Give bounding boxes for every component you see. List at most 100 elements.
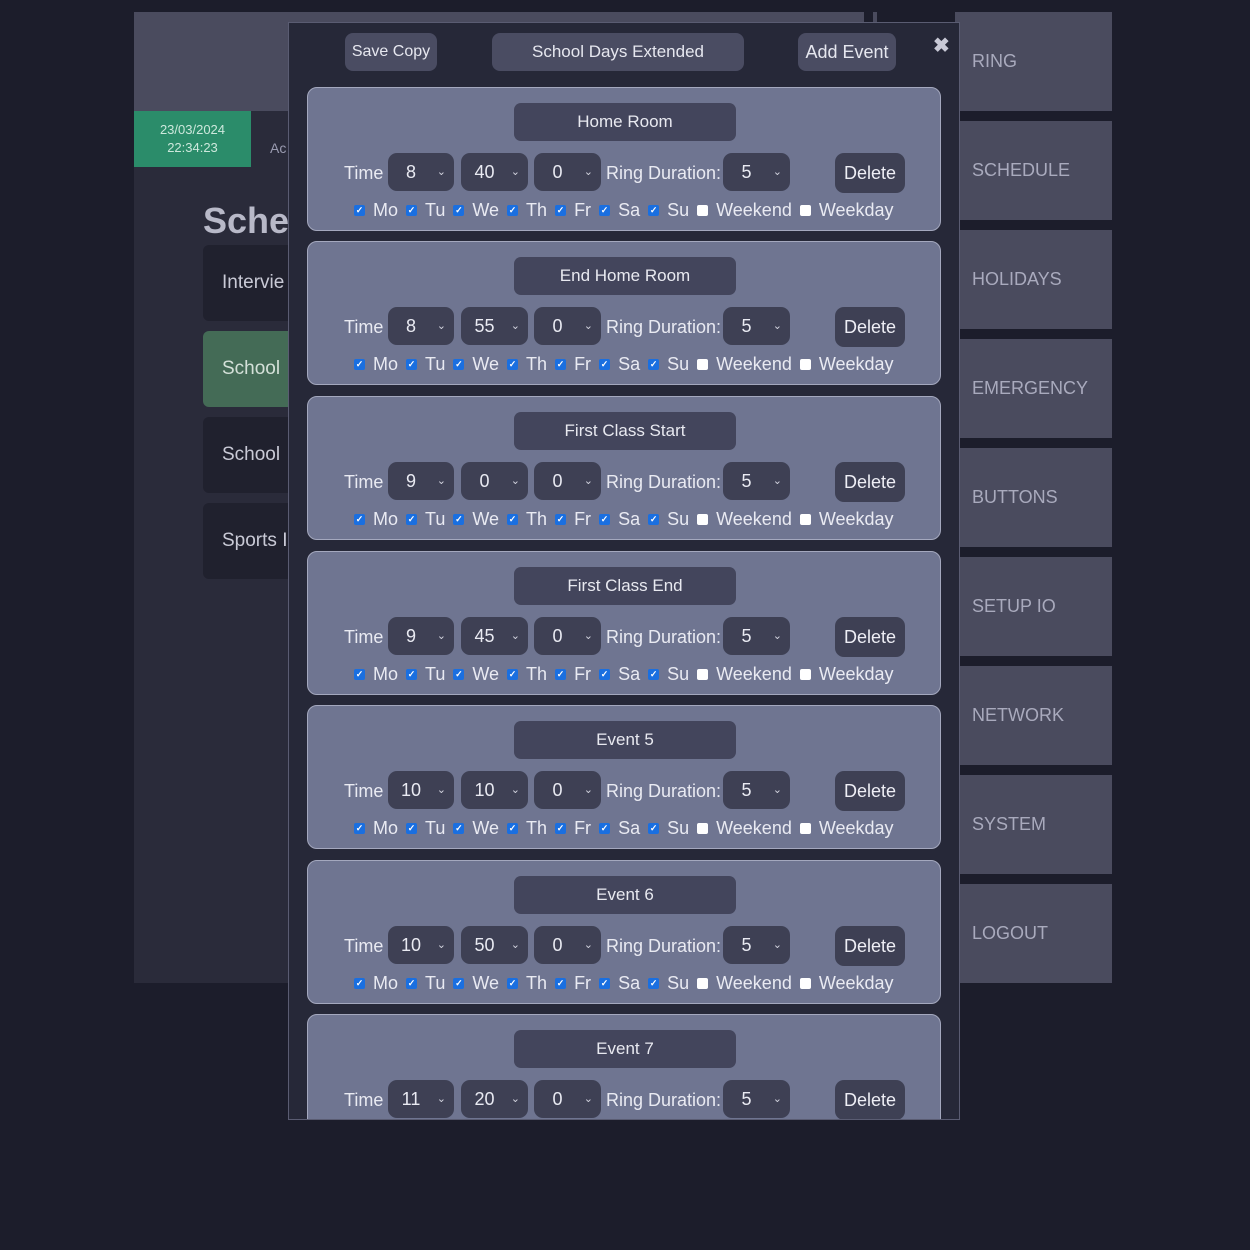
day-checkbox[interactable]	[697, 204, 709, 216]
event-name-field[interactable]: Event 5	[514, 721, 736, 759]
ring-duration-select[interactable]: 5 ⌄	[723, 153, 790, 191]
day-checkbox[interactable]: ✓	[507, 668, 519, 680]
day-checkbox[interactable]: ✓	[406, 977, 418, 989]
second-select[interactable]: 0 ⌄	[534, 153, 601, 191]
minute-select[interactable]: 10 ⌄	[461, 771, 528, 809]
second-select[interactable]: 0 ⌄	[534, 926, 601, 964]
day-checkbox[interactable]: ✓	[648, 822, 660, 834]
day-checkbox[interactable]: ✓	[406, 668, 418, 680]
day-checkbox[interactable]: ✓	[354, 977, 365, 989]
minute-select[interactable]: 20 ⌄	[461, 1080, 528, 1118]
minute-select[interactable]: 55 ⌄	[461, 307, 528, 345]
hour-select[interactable]: 10 ⌄	[388, 926, 454, 964]
minute-select[interactable]: 40 ⌄	[461, 153, 528, 191]
minute-select[interactable]: 50 ⌄	[461, 926, 528, 964]
day-checkbox[interactable]: ✓	[406, 822, 418, 834]
second-select[interactable]: 0 ⌄	[534, 617, 601, 655]
hour-select[interactable]: 9 ⌄	[388, 617, 454, 655]
day-checkbox[interactable]: ✓	[599, 822, 611, 834]
second-select[interactable]: 0 ⌄	[534, 771, 601, 809]
ring-duration-select[interactable]: 5 ⌄	[723, 307, 790, 345]
day-checkbox[interactable]: ✓	[599, 204, 611, 216]
ring-duration-select[interactable]: 5 ⌄	[723, 1080, 790, 1118]
day-checkbox[interactable]	[799, 358, 811, 370]
save-copy-button[interactable]: Save Copy	[345, 33, 437, 71]
minute-select[interactable]: 45 ⌄	[461, 617, 528, 655]
day-checkbox[interactable]: ✓	[453, 977, 465, 989]
day-checkbox[interactable]: ✓	[507, 822, 519, 834]
day-checkbox[interactable]: ✓	[648, 977, 660, 989]
event-name-field[interactable]: Home Room	[514, 103, 736, 141]
nav-emergency[interactable]: EMERGENCY	[955, 339, 1112, 438]
ring-duration-select[interactable]: 5 ⌄	[723, 462, 790, 500]
day-checkbox[interactable]: ✓	[453, 204, 465, 216]
day-checkbox[interactable]: ✓	[599, 513, 611, 525]
ring-duration-select[interactable]: 5 ⌄	[723, 617, 790, 655]
hour-select[interactable]: 10 ⌄	[388, 771, 454, 809]
day-checkbox[interactable]: ✓	[453, 668, 465, 680]
day-checkbox[interactable]: ✓	[453, 513, 465, 525]
day-checkbox[interactable]: ✓	[354, 822, 365, 834]
nav-system[interactable]: SYSTEM	[955, 775, 1112, 874]
event-name-field[interactable]: First Class End	[514, 567, 736, 605]
day-checkbox[interactable]: ✓	[453, 358, 465, 370]
day-checkbox[interactable]: ✓	[406, 204, 418, 216]
delete-event-button[interactable]: Delete	[835, 307, 905, 347]
day-checkbox[interactable]: ✓	[555, 204, 567, 216]
day-checkbox[interactable]: ✓	[507, 977, 519, 989]
day-checkbox[interactable]: ✓	[648, 668, 660, 680]
day-checkbox[interactable]: ✓	[648, 513, 660, 525]
day-checkbox[interactable]: ✓	[648, 358, 660, 370]
close-icon[interactable]: ✖	[933, 33, 950, 58]
ring-duration-select[interactable]: 5 ⌄	[723, 926, 790, 964]
day-checkbox[interactable]: ✓	[599, 668, 611, 680]
delete-event-button[interactable]: Delete	[835, 771, 905, 811]
second-select[interactable]: 0 ⌄	[534, 307, 601, 345]
day-checkbox[interactable]: ✓	[507, 513, 519, 525]
day-checkbox[interactable]	[799, 822, 811, 834]
delete-event-button[interactable]: Delete	[835, 926, 905, 966]
nav-logout[interactable]: LOGOUT	[955, 884, 1112, 983]
day-checkbox[interactable]: ✓	[599, 358, 611, 370]
nav-setup-io[interactable]: SETUP IO	[955, 557, 1112, 656]
delete-event-button[interactable]: Delete	[835, 153, 905, 193]
add-event-button[interactable]: Add Event	[798, 33, 896, 71]
hour-select[interactable]: 8 ⌄	[388, 307, 454, 345]
day-checkbox[interactable]: ✓	[406, 358, 418, 370]
delete-event-button[interactable]: Delete	[835, 462, 905, 502]
day-checkbox[interactable]: ✓	[599, 977, 611, 989]
day-checkbox[interactable]: ✓	[648, 204, 660, 216]
hour-select[interactable]: 8 ⌄	[388, 153, 454, 191]
day-checkbox[interactable]	[799, 668, 811, 680]
day-checkbox[interactable]	[697, 358, 709, 370]
day-checkbox[interactable]: ✓	[555, 513, 567, 525]
hour-select[interactable]: 11 ⌄	[388, 1080, 454, 1118]
event-name-field[interactable]: End Home Room	[514, 257, 736, 295]
nav-holidays[interactable]: HOLIDAYS	[955, 230, 1112, 329]
second-select[interactable]: 0 ⌄	[534, 1080, 601, 1118]
day-checkbox[interactable]: ✓	[354, 668, 365, 680]
nav-ring[interactable]: RING	[955, 12, 1112, 111]
day-checkbox[interactable]	[799, 513, 811, 525]
day-checkbox[interactable]: ✓	[354, 204, 365, 216]
event-name-field[interactable]: Event 7	[514, 1030, 736, 1068]
day-checkbox[interactable]: ✓	[453, 822, 465, 834]
nav-schedule[interactable]: SCHEDULE	[955, 121, 1112, 220]
day-checkbox[interactable]: ✓	[555, 822, 567, 834]
minute-select[interactable]: 0 ⌄	[461, 462, 528, 500]
day-checkbox[interactable]	[697, 668, 709, 680]
delete-event-button[interactable]: Delete	[835, 617, 905, 657]
event-name-field[interactable]: Event 6	[514, 876, 736, 914]
delete-event-button[interactable]: Delete	[835, 1080, 905, 1119]
day-checkbox[interactable]: ✓	[555, 668, 567, 680]
second-select[interactable]: 0 ⌄	[534, 462, 601, 500]
nav-buttons[interactable]: BUTTONS	[955, 448, 1112, 547]
day-checkbox[interactable]: ✓	[507, 204, 519, 216]
day-checkbox[interactable]	[697, 822, 709, 834]
day-checkbox[interactable]	[697, 977, 709, 989]
day-checkbox[interactable]: ✓	[354, 513, 365, 525]
day-checkbox[interactable]: ✓	[406, 513, 418, 525]
day-checkbox[interactable]	[697, 513, 709, 525]
schedule-name-field[interactable]: School Days Extended	[492, 33, 744, 71]
day-checkbox[interactable]: ✓	[507, 358, 519, 370]
